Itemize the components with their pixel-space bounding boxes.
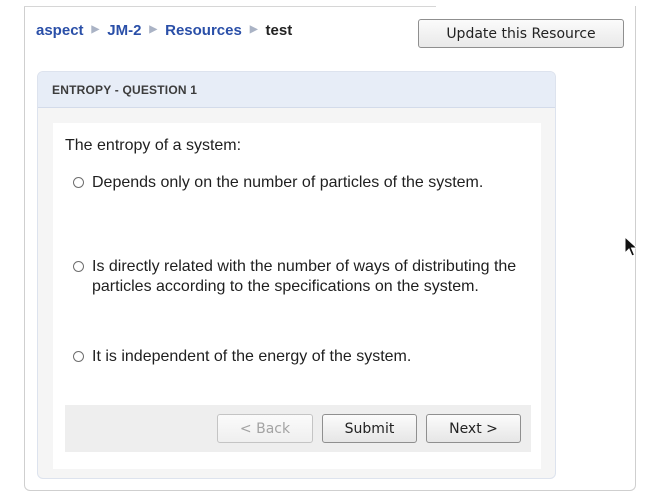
breadcrumb-link-resources[interactable]: Resources [165,22,242,39]
next-button[interactable]: Next > [426,414,521,443]
question-header: ENTROPY - QUESTION 1 [38,72,555,108]
mouse-pointer-icon [624,236,638,257]
breadcrumb-current: test [265,22,293,39]
question-prompt: The entropy of a system: [65,137,242,154]
radio-button[interactable] [73,177,84,188]
update-resource-button[interactable]: Update this Resource [418,19,624,48]
top-divider [24,6,436,7]
question-body: The entropy of a system: Depends only on… [53,123,541,469]
answer-option-1[interactable]: Depends only on the number of particles … [73,173,532,193]
question-box: ENTROPY - QUESTION 1 The entropy of a sy… [37,71,556,479]
breadcrumb: aspect ▶ JM-2 ▶ Resources ▶ test [36,22,292,39]
submit-button[interactable]: Submit [322,414,417,443]
breadcrumb-separator-icon: ▶ [149,24,158,35]
answer-option-label: Is directly related with the number of w… [92,258,517,295]
answer-option-3[interactable]: It is independent of the energy of the s… [73,347,522,367]
breadcrumb-link-jm2[interactable]: JM-2 [107,22,141,39]
breadcrumb-separator-icon: ▶ [91,24,100,35]
answer-option-label: Depends only on the number of particles … [92,174,484,191]
back-button[interactable]: < Back [217,414,313,443]
answer-option-label: It is independent of the energy of the s… [92,348,412,365]
breadcrumb-separator-icon: ▶ [249,24,258,35]
breadcrumb-link-aspect[interactable]: aspect [36,22,84,39]
answer-option-2[interactable]: Is directly related with the number of w… [73,257,532,297]
radio-button[interactable] [73,351,84,362]
navigation-bar: < Back Submit Next > [65,405,531,452]
radio-button[interactable] [73,261,84,272]
